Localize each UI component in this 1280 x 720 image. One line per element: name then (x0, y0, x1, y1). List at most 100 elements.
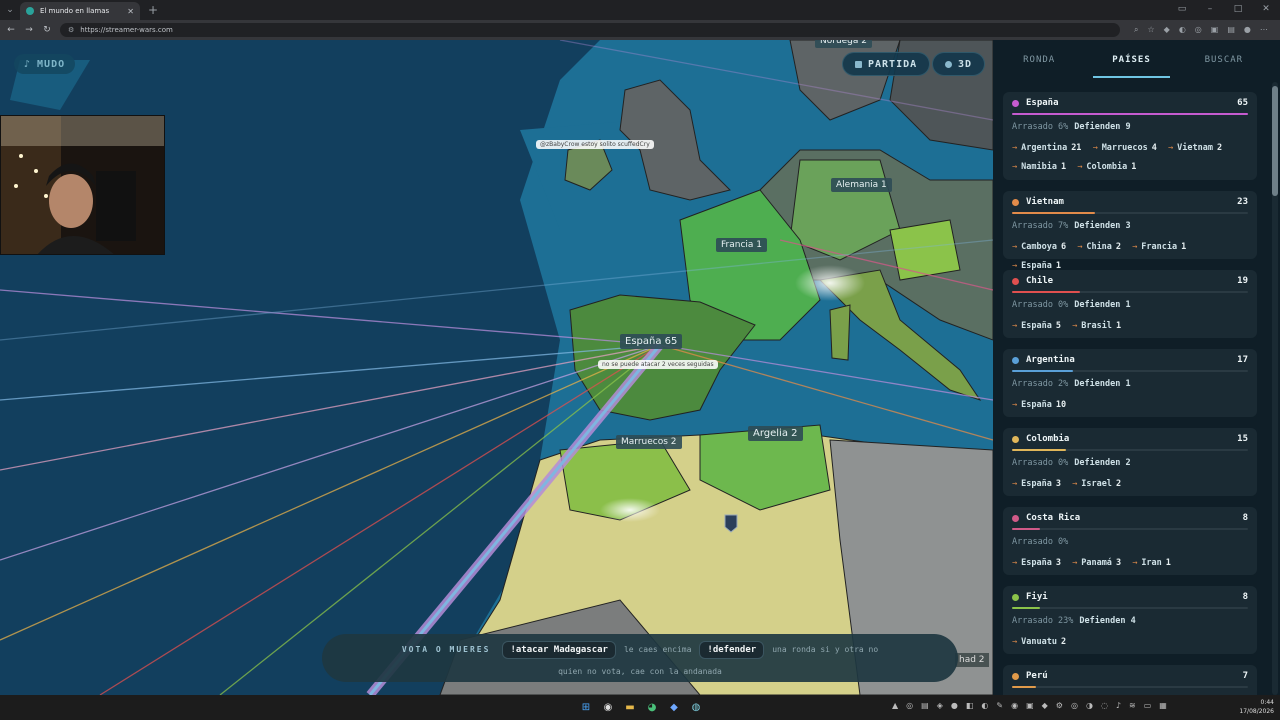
start-icon[interactable]: ⊞ (578, 699, 594, 715)
country-card[interactable]: España 65 Arrasado 6% Defienden 9 → Argentina… (1003, 92, 1257, 180)
country-label-chad[interactable]: had 2 (955, 653, 989, 667)
country-progress-bar (1012, 370, 1248, 372)
country-attacks: → España 3 → Israel 2 (1012, 475, 1248, 494)
new-tab-button[interactable]: + (148, 3, 158, 17)
extension-icon[interactable]: ◐ (1179, 25, 1186, 35)
country-name: Fiyi (1026, 592, 1048, 602)
country-score: 15 (1237, 434, 1248, 444)
volume-icon[interactable]: ♪ (1116, 701, 1121, 710)
taskbar-apps: ⊞ ◉ ▬ ◕ ◆ ◍ (578, 699, 704, 715)
zoom-icon[interactable]: ⌕ (1134, 25, 1138, 35)
forward-icon[interactable]: → (24, 25, 34, 35)
country-label-marruecos[interactable]: Marruecos 2 (616, 435, 682, 449)
attack-target: España (1021, 321, 1052, 331)
wifi-icon[interactable]: ≋ (1129, 701, 1136, 710)
browser-icon[interactable]: ◕ (644, 699, 660, 715)
extension-icon[interactable]: ◎ (1195, 25, 1202, 35)
maximize-button[interactable]: □ (1224, 0, 1252, 20)
app-icon[interactable]: ◍ (688, 699, 704, 715)
tray-icon[interactable]: ◉ (1011, 701, 1018, 710)
site-info-icon[interactable]: ⚙ (68, 26, 74, 34)
clock[interactable]: 0:44 17/08/2026 (1239, 698, 1274, 716)
tray-icon[interactable]: ◧ (966, 701, 974, 710)
tab-buscar[interactable]: BUSCAR (1178, 40, 1270, 80)
tray-icon[interactable]: ◆ (1042, 701, 1048, 710)
country-label-alemania[interactable]: Alemania 1 (831, 178, 892, 192)
tray-icon[interactable]: ⚙ (1056, 701, 1063, 710)
tray-icon[interactable]: ◑ (1086, 701, 1093, 710)
tray-icon[interactable]: ◐ (981, 701, 988, 710)
country-progress-fill (1012, 370, 1074, 372)
battery-icon[interactable]: ▭ (1144, 701, 1152, 710)
country-card[interactable]: Colombia 15 Arrasado 0% Defienden 2 → España 3… (1003, 428, 1257, 496)
attack-entry: → Israel 2 (1072, 479, 1121, 489)
country-card-header: Chile 19 (1012, 276, 1248, 286)
extension-icon[interactable]: ▤ (1227, 25, 1235, 35)
panel-scrollbar[interactable] (1272, 82, 1278, 695)
scrollbar-thumb[interactable] (1272, 86, 1278, 196)
close-tab-icon[interactable]: ✕ (127, 7, 134, 16)
obs-icon[interactable]: ◉ (600, 699, 616, 715)
view-3d-button[interactable]: 3D (932, 52, 986, 76)
tray-icon[interactable]: ✎ (996, 701, 1003, 710)
minimize-button[interactable]: – (1196, 0, 1224, 20)
attack-target: China (1086, 242, 1112, 252)
browser-tab[interactable]: El mundo en llamas ✕ (20, 2, 140, 20)
tray-icon[interactable]: ▲ (892, 701, 898, 710)
close-window-button[interactable]: ✕ (1252, 0, 1280, 20)
country-label-espana[interactable]: España 65 (620, 334, 683, 349)
country-label-argelia[interactable]: Argelia 2 (748, 426, 803, 441)
country-stats: Arrasado 23% Defienden 4 (1012, 616, 1248, 626)
tray-icon[interactable]: ◎ (906, 701, 913, 710)
folder-icon[interactable]: ▬ (622, 699, 638, 715)
attack-entry: → Panamá 3 (1072, 558, 1121, 568)
defienden-text: Defienden 1 (1074, 379, 1131, 389)
country-name: España (1026, 98, 1059, 108)
tray-icon[interactable]: ▣ (1026, 701, 1034, 710)
country-label-noruega[interactable]: Noruega 2 (815, 40, 872, 48)
attack-target: Israel (1081, 479, 1112, 489)
tab-paises[interactable]: PAÍSES (1085, 40, 1177, 80)
tab-actions-icon[interactable]: ▭ (1168, 0, 1196, 20)
attack-count: 2 (1115, 479, 1122, 489)
bookmark-star-icon[interactable]: ☆ (1147, 25, 1154, 35)
extension-icon[interactable]: ▣ (1211, 25, 1219, 35)
country-progress-bar (1012, 686, 1248, 688)
attack-target: Argentina (1021, 143, 1068, 153)
vote-bar: VOTA O MUERES !atacar Madagascar le caes… (322, 634, 958, 682)
tab-search-icon[interactable]: ⌄ (0, 0, 20, 20)
country-card[interactable]: Argentina 17 Arrasado 2% Defienden 1 → España… (1003, 349, 1257, 417)
mute-button[interactable]: ♪ MUDO (14, 54, 76, 74)
chat-bubble: @zBabyCrow estoy solito scuffedCry (536, 140, 654, 149)
steam-icon[interactable]: ◆ (666, 699, 682, 715)
attack-target: Colombia (1086, 162, 1128, 172)
network-icon[interactable]: ◌ (1101, 701, 1108, 710)
attack-count: 1 (1115, 321, 1122, 331)
profile-icon[interactable]: ● (1244, 25, 1251, 35)
reload-icon[interactable]: ↻ (42, 25, 52, 35)
country-card[interactable]: Vietnam 23 Arrasado 7% Defienden 3 → Camboya 6… (1003, 191, 1257, 271)
extension-icon[interactable]: ◆ (1164, 25, 1170, 35)
menu-icon[interactable]: ⋯ (1260, 25, 1268, 35)
back-icon[interactable]: ← (6, 25, 16, 35)
partida-button[interactable]: PARTIDA (842, 52, 931, 76)
url-field[interactable]: ⚙ https://streamer-wars.com (60, 23, 1120, 37)
vote-footer: quien no vota, cae con la andanada (558, 667, 722, 676)
tray-icon[interactable]: ◈ (937, 701, 943, 710)
country-card[interactable]: Costa Rica 8 Arrasado 0% → España 3 → Panamá 3 … (1003, 507, 1257, 575)
tray-icon[interactable]: ▤ (921, 701, 929, 710)
country-card[interactable]: Chile 19 Arrasado 0% Defienden 1 → España 5 → B… (1003, 270, 1257, 338)
country-card[interactable]: Fiyi 8 Arrasado 23% Defienden 4 → Vanuatu 2 (1003, 586, 1257, 654)
country-progress-fill (1012, 113, 1248, 115)
country-label-francia[interactable]: Francia 1 (716, 238, 767, 252)
arrow-icon: → (1168, 143, 1174, 153)
tray-icon[interactable]: ◎ (1071, 701, 1078, 710)
world-map[interactable]: Noruega 2 Alemania 1 Francia 1 España 65… (0, 40, 993, 695)
country-color-dot (1012, 514, 1019, 522)
attack-target: Namibia (1021, 162, 1057, 172)
tray-icon[interactable]: ● (951, 701, 958, 710)
tab-ronda[interactable]: RONDA (993, 40, 1085, 80)
partida-label: PARTIDA (868, 58, 918, 70)
country-name: Vietnam (1026, 197, 1064, 207)
lang-icon[interactable]: ▦ (1159, 701, 1167, 710)
